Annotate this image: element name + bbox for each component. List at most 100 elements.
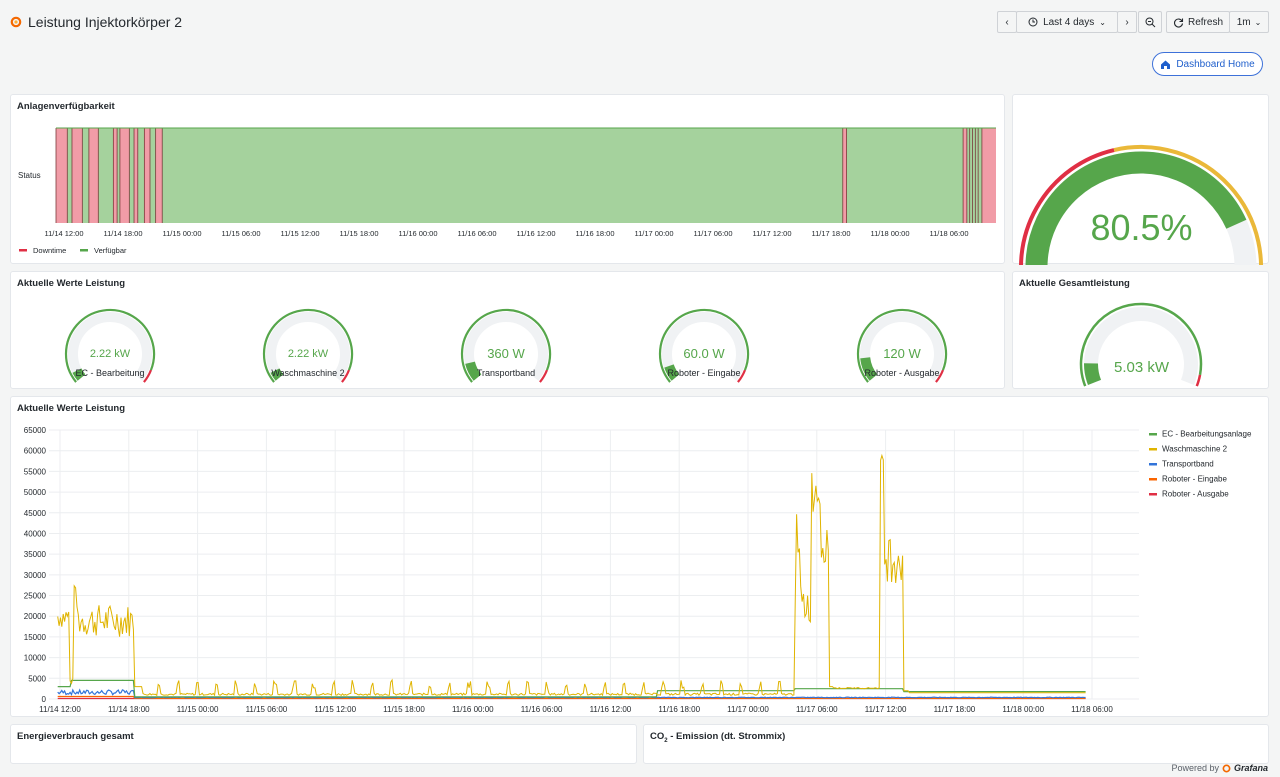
time-back-button[interactable]: ‹ (997, 11, 1017, 33)
power-gauge: 2.22 kW EC - Bearbeitung (50, 272, 170, 390)
x-tick-label: 11/18 00:00 (870, 229, 909, 238)
legend-label: Downtime (33, 246, 66, 255)
x-tick-label: 11/15 18:00 (339, 229, 378, 238)
panel-title[interactable]: CO2 - Emission (dt. Strommix) (650, 731, 785, 744)
total-power-value: 5.03 kW (1113, 359, 1170, 376)
legend-swatch (1149, 448, 1157, 451)
gauge-label: Roboter - Eingabe (667, 368, 741, 378)
x-tick-label: 11/18 06:00 (1071, 705, 1113, 714)
x-tick-label: 11/16 00:00 (398, 229, 437, 238)
x-tick-label: 11/14 18:00 (103, 229, 142, 238)
refresh-label: Refresh (1187, 16, 1223, 28)
x-tick-label: 11/17 06:00 (693, 229, 732, 238)
legend-swatch (1149, 433, 1157, 436)
x-tick-label: 11/16 18:00 (575, 229, 614, 238)
dashboard-title[interactable]: Leistung Injektorkörper 2 (28, 14, 182, 30)
time-range-picker[interactable]: Last 4 days ⌄ (1016, 11, 1118, 33)
zoom-out-icon (1145, 17, 1155, 27)
downtime-segment (88, 128, 99, 223)
power-gauge: 60.0 W Roboter - Eingabe (644, 272, 764, 390)
availability-panel: Anlagenverfügbarkeit Status 11/14 12:00 1… (10, 94, 1005, 264)
legend-label: Roboter - Ausgabe (1162, 490, 1229, 499)
legend-swatch (1149, 478, 1157, 481)
chevron-down-icon: ⌄ (1099, 17, 1106, 27)
availability-value: 80.5% (1090, 207, 1193, 248)
power-gauge: 2.22 kW Waschmaschine 2 (248, 272, 368, 390)
downtime-segment (963, 128, 967, 223)
x-tick-label: 11/15 06:00 (221, 229, 260, 238)
x-tick-label: 11/17 12:00 (752, 229, 791, 238)
available-segment (129, 128, 135, 223)
available-segment (98, 128, 114, 223)
co2-title-prefix: CO (650, 731, 665, 742)
grafana-brand[interactable]: Grafana (1234, 763, 1268, 773)
available-segment (966, 128, 970, 223)
available-segment (972, 128, 976, 223)
gauge-value: 2.22 kW (89, 348, 131, 360)
x-tick-label: 11/15 00:00 (177, 705, 219, 714)
downtime-segment (71, 128, 83, 223)
x-tick-label: 11/15 12:00 (314, 705, 356, 714)
x-tick-label: 11/15 00:00 (162, 229, 201, 238)
gauge-threshold-arc (1195, 374, 1202, 387)
time-forward-button[interactable]: › (1117, 11, 1137, 33)
legend-swatch (19, 249, 27, 252)
legend-label: Waschmaschine 2 (1162, 445, 1228, 454)
refresh-interval-picker[interactable]: 1m ⌄ (1229, 11, 1269, 33)
downtime-segment (134, 128, 138, 223)
chevron-left-icon: ‹ (1005, 16, 1009, 28)
downtime-segment (842, 128, 847, 223)
zoom-out-button[interactable] (1138, 11, 1162, 33)
x-tick-label: 11/16 00:00 (452, 705, 494, 714)
power-gauge: 360 W Transportband (446, 272, 566, 390)
gauge-value: 2.22 kW (287, 348, 329, 360)
y-tick-label: 15000 (24, 633, 47, 642)
x-tick-label: 11/16 18:00 (658, 705, 700, 714)
panel-title[interactable]: Energieverbrauch gesamt (17, 731, 134, 742)
gauge-label: Waschmaschine 2 (271, 368, 345, 378)
x-tick-label: 11/17 06:00 (796, 705, 838, 714)
x-tick-label: 11/18 00:00 (1002, 705, 1044, 714)
x-tick-label: 11/16 12:00 (590, 705, 632, 714)
available-segment (67, 128, 72, 223)
grafana-logo-icon (1222, 764, 1231, 772)
y-tick-label: 20000 (24, 612, 47, 621)
gauge-label: Roboter - Ausgabe (864, 368, 940, 378)
x-tick-label: 11/14 18:00 (108, 705, 150, 714)
refresh-button[interactable]: Refresh (1166, 11, 1230, 33)
y-tick-label: 10000 (24, 654, 47, 663)
y-tick-label: 30000 (24, 571, 47, 580)
legend-swatch (1149, 493, 1157, 496)
gauge-value: 60.0 W (683, 346, 725, 361)
y-tick-label: 50000 (24, 488, 47, 497)
y-tick-label: 55000 (24, 467, 47, 476)
gauge-label: EC - Bearbeitung (75, 368, 145, 378)
home-icon (1161, 60, 1171, 69)
x-tick-label: 11/15 12:00 (280, 229, 319, 238)
power-gauge: 120 W Roboter - Ausgabe (842, 272, 962, 390)
current-values-panel: Aktuelle Werte Leistung 2.22 kW EC - Bear… (10, 271, 1005, 389)
refresh-interval-label: 1m (1236, 16, 1251, 28)
chevron-right-icon: › (1125, 16, 1129, 28)
dashboard-home-link[interactable]: Dashboard Home (1152, 52, 1263, 76)
refresh-icon (1174, 17, 1184, 27)
downtime-segment (981, 128, 996, 223)
gauge-value: 120 W (883, 346, 921, 361)
x-tick-label: 11/16 12:00 (516, 229, 555, 238)
available-segment (978, 128, 982, 223)
y-tick-label: 35000 (24, 550, 47, 559)
chart-grid (49, 429, 1139, 700)
y-tick-label: 60000 (24, 447, 47, 456)
available-segment (117, 128, 120, 223)
x-tick-label: 11/16 06:00 (521, 705, 563, 714)
status-available-band (56, 128, 996, 223)
downtime-segment (155, 128, 163, 223)
x-tick-label: 11/16 06:00 (457, 229, 496, 238)
downtime-segment (119, 128, 130, 223)
availability-gauge-panel: 80.5% (1012, 94, 1269, 265)
clock-icon (1028, 17, 1038, 27)
downtime-segment (144, 128, 150, 223)
total-power-panel: Aktuelle Gesamtleistung 5.03 kW (1012, 271, 1269, 389)
y-tick-label: 65000 (24, 426, 47, 435)
x-tick-label: 11/14 12:00 (39, 705, 81, 714)
